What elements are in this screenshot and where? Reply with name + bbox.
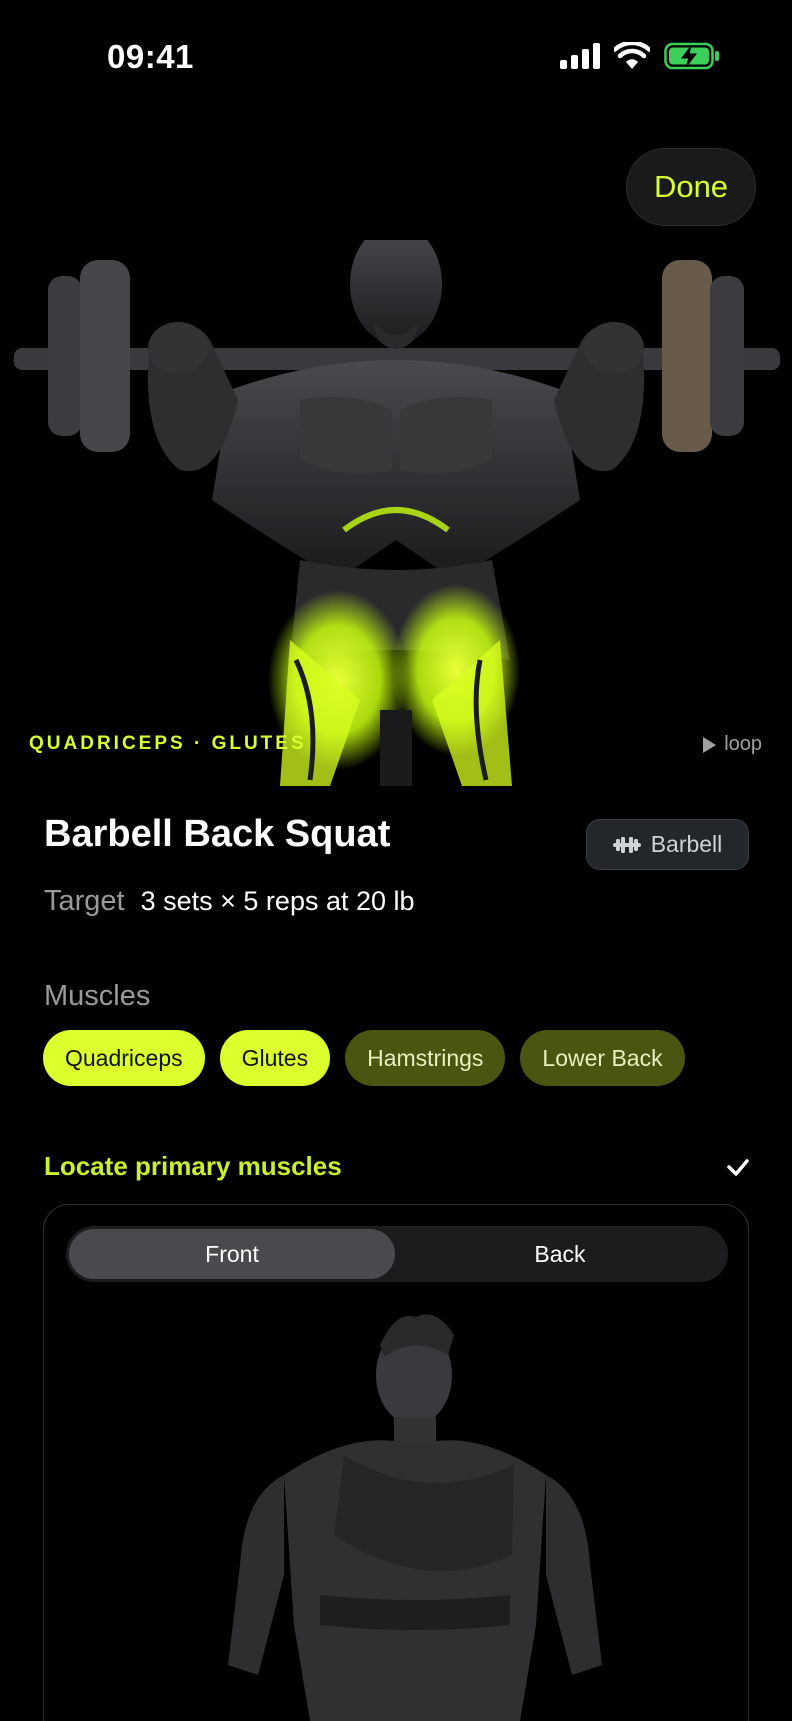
muscle-chips: Quadriceps Glutes Hamstrings Lower Back <box>43 1030 685 1086</box>
target-value: 3 sets × 5 reps at 20 lb <box>140 886 415 916</box>
play-icon <box>703 736 717 753</box>
muscle-chip-glutes[interactable]: Glutes <box>219 1030 331 1086</box>
equipment-label: Barbell <box>650 831 723 857</box>
battery-charging-icon <box>664 42 719 70</box>
loop-label: loop <box>724 733 762 755</box>
front-back-segmented-control: Front Back <box>66 1226 728 1282</box>
checkmark-icon[interactable] <box>726 1157 750 1177</box>
cellular-signal-icon <box>560 43 600 69</box>
muscle-chip-lower-back[interactable]: Lower Back <box>520 1030 685 1086</box>
body-map-panel: Front Back <box>43 1204 749 1721</box>
body-map-figure <box>228 1314 602 1721</box>
muscle-chip-quadriceps[interactable]: Quadriceps <box>43 1030 205 1086</box>
equipment-button[interactable]: Barbell <box>586 819 749 870</box>
done-button[interactable]: Done <box>626 148 756 226</box>
status-time: 09:41 <box>107 38 194 75</box>
muscles-heading: Muscles <box>44 980 151 1012</box>
muscle-chip-hamstrings[interactable]: Hamstrings <box>345 1030 506 1086</box>
barbell-icon <box>612 836 641 853</box>
target-row: Target 3 sets × 5 reps at 20 lb <box>44 885 415 918</box>
status-bar: 09:41 <box>0 0 792 120</box>
wifi-icon <box>614 42 650 69</box>
segment-front[interactable]: Front <box>69 1229 395 1279</box>
target-label: Target <box>44 885 125 917</box>
segment-back[interactable]: Back <box>395 1229 725 1279</box>
hero-muscles-caption: QUADRICEPS · GLUTES <box>29 733 307 754</box>
status-icons <box>560 42 720 70</box>
exercise-title: Barbell Back Squat <box>44 813 391 855</box>
exercise-hero-image <box>0 240 792 786</box>
locate-muscles-toggle[interactable]: Locate primary muscles <box>44 1151 342 1182</box>
loop-toggle[interactable]: loop <box>703 733 762 756</box>
